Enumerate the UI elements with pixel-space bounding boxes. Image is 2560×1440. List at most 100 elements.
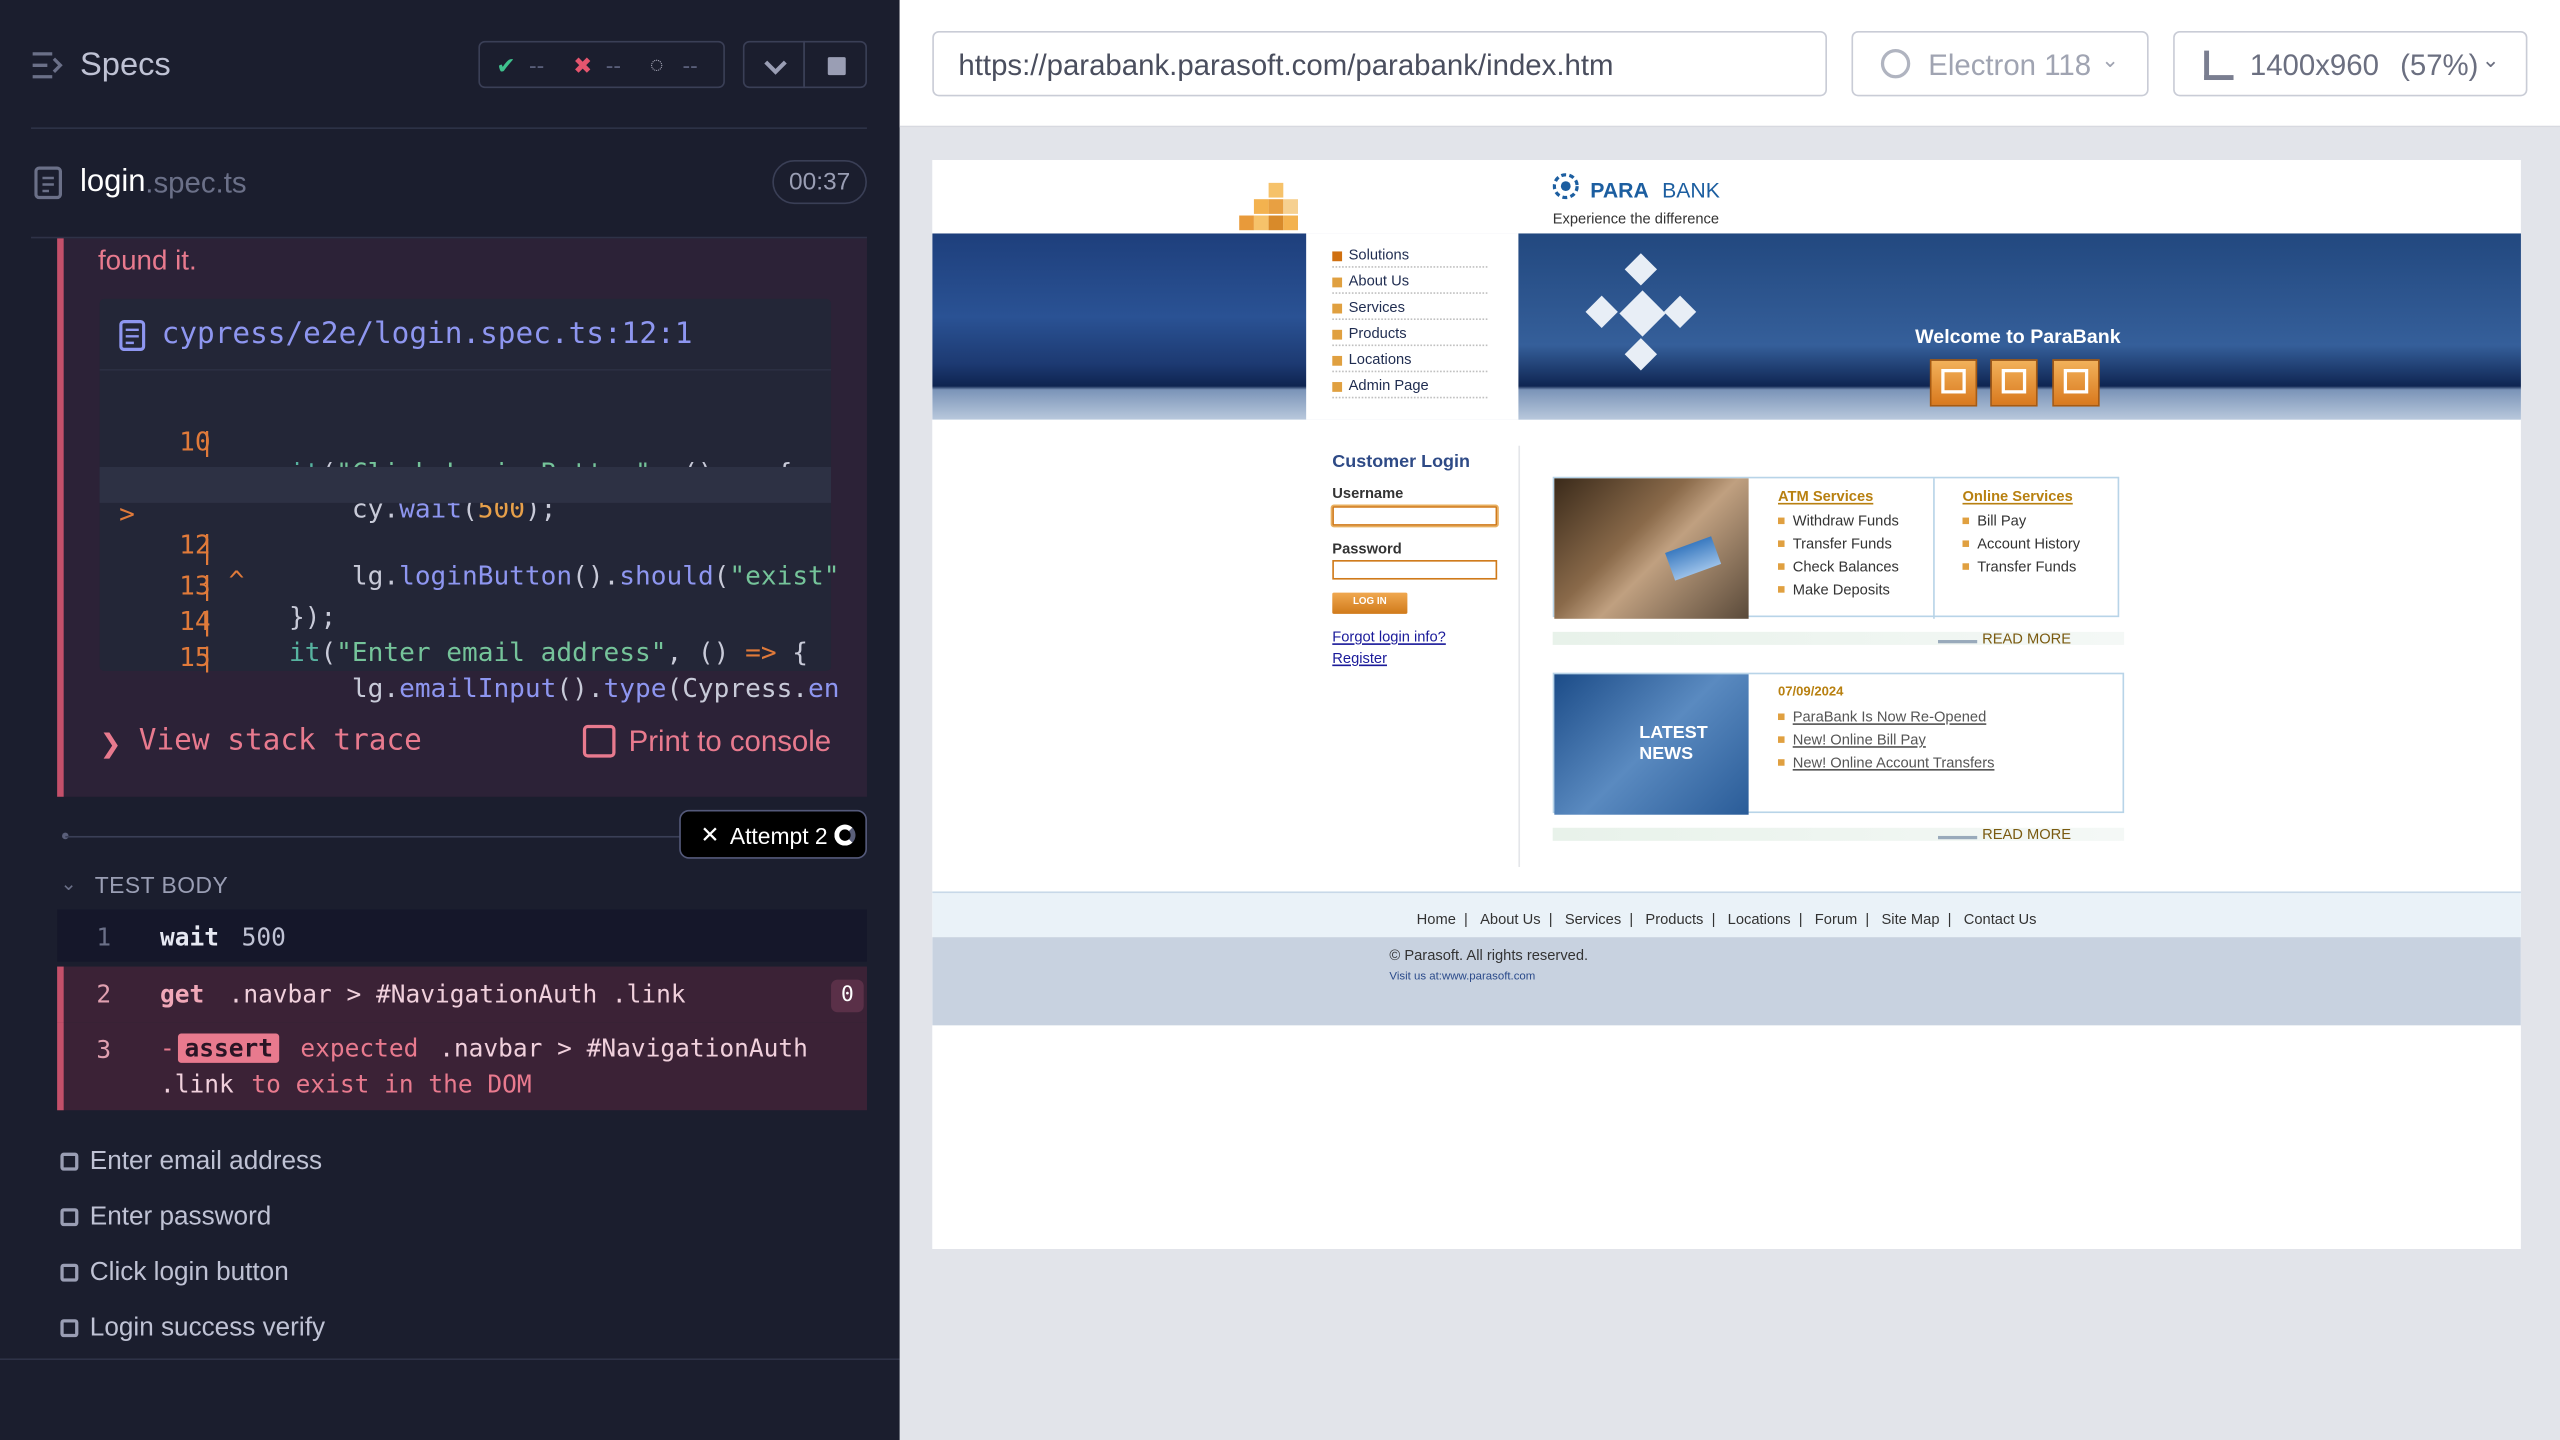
menu-item-services[interactable]: Services	[1332, 297, 1488, 321]
url-bar[interactable]: https://parabank.parasoft.com/parabank/i…	[932, 31, 1827, 97]
divider	[1518, 445, 1521, 867]
failed-x-icon: ✕	[700, 821, 720, 848]
login-button[interactable]: LOG IN	[1332, 592, 1408, 614]
logo-graphic-icon	[1585, 253, 1697, 371]
test-item[interactable]: Enter password	[59, 1198, 867, 1240]
services-box: ATM Services Withdraw Funds Transfer Fun…	[1552, 476, 2120, 619]
forgot-login-link[interactable]: Forgot login info?	[1332, 629, 1446, 645]
password-input[interactable]	[1332, 560, 1498, 580]
atm-services-link[interactable]: ATM Services	[1778, 488, 1873, 504]
command-arg: .navbar > #NavigationAuth .link	[228, 979, 686, 1010]
spec-file-row[interactable]: login .spec.ts 00:37	[0, 150, 900, 215]
command-number: 2	[96, 979, 112, 1010]
footer-link-locations[interactable]: Locations	[1728, 911, 1791, 927]
menu-item-admin-page[interactable]: Admin Page	[1332, 376, 1488, 399]
test-item[interactable]: Enter email address	[59, 1143, 867, 1185]
command-row[interactable]: 1 wait 500	[57, 909, 867, 962]
parabank-site: PARA BANK Experience the difference Welc…	[932, 160, 2521, 1250]
view-stack-trace-button[interactable]: View stack trace	[139, 723, 422, 757]
command-row-failed[interactable]: 2 get .navbar > #NavigationAuth .link 0	[57, 966, 867, 1023]
test-title: Login success verify	[89, 1314, 326, 1343]
attempt-tag[interactable]: ✕ Attempt 2	[679, 809, 867, 859]
read-more-link[interactable]: READ MORE	[1982, 630, 2071, 646]
brand-tagline: Experience the difference	[1552, 210, 1720, 227]
atm-image	[1554, 478, 1749, 619]
latest-news-label: LATEST NEWS	[1639, 723, 1708, 765]
home-icon[interactable]	[1929, 359, 1978, 407]
stop-button[interactable]	[803, 40, 867, 89]
code-frame-path[interactable]: cypress/e2e/login.spec.ts:12:1	[162, 317, 693, 351]
code-line: 11| cy.wait(500);	[100, 431, 831, 524]
assert-dash: -	[160, 1033, 175, 1063]
command-row-assert[interactable]: 3 - assert expected .navbar > #Navigatio…	[57, 1022, 867, 1111]
error-panel: found it. cypress/e2e/login.spec.ts:12:1…	[57, 238, 867, 797]
about-icon[interactable]	[1990, 359, 2038, 407]
document-icon	[34, 166, 63, 200]
pending-test-icon	[60, 1263, 79, 1282]
electron-icon	[1880, 48, 1911, 79]
assert-expected: expected	[300, 1033, 419, 1063]
menu-item-about-us[interactable]: About Us	[1332, 271, 1488, 294]
footer-link-contact-us[interactable]: Contact Us	[1964, 911, 2037, 927]
brand-name-rest[interactable]: BANK	[1662, 178, 1720, 202]
code-frame: cypress/e2e/login.spec.ts:12:1 10| it("C…	[99, 298, 840, 704]
password-label: Password	[1332, 540, 1402, 557]
code-frame-header[interactable]: cypress/e2e/login.spec.ts:12:1	[99, 299, 832, 371]
browser-selector[interactable]: Electron 118 ⌄	[1851, 31, 2149, 97]
menu-item-locations[interactable]: Locations	[1332, 349, 1488, 373]
line-number: 15	[179, 641, 211, 673]
footer-link-products[interactable]: Products	[1645, 911, 1703, 927]
latest-news-image: LATEST NEWS	[1554, 674, 1749, 815]
read-more-icon	[1938, 820, 1978, 840]
divider	[1933, 478, 1935, 619]
assert-selector: .navbar > #NavigationAuth	[439, 1033, 808, 1063]
code-line: 10| it("Click Login Button", () => {	[100, 395, 831, 488]
aut-panel: https://parabank.parasoft.com/parabank/i…	[899, 0, 2560, 1440]
chevron-right-icon: ❯	[99, 731, 122, 760]
command-number: 3	[96, 1035, 112, 1065]
footer-link-about-us[interactable]: About Us	[1480, 911, 1540, 927]
test-item[interactable]: Login success verify	[59, 1309, 867, 1351]
test-title: Enter password	[89, 1203, 272, 1232]
code-line: 15 | lg.emailInput().type(Cypress.en	[100, 611, 839, 704]
expand-collapse-button[interactable]	[742, 40, 805, 89]
pending-test-icon	[60, 1152, 79, 1171]
footer-link-services[interactable]: Services	[1565, 911, 1621, 927]
footer-link-home[interactable]: Home	[1417, 911, 1456, 927]
menu-item-solutions[interactable]: Solutions	[1332, 245, 1488, 268]
pending-test-icon	[60, 1208, 79, 1227]
stop-icon	[827, 57, 846, 76]
chevron-down-icon[interactable]: ⌄	[60, 872, 76, 895]
read-more-link[interactable]: READ MORE	[1982, 826, 2071, 842]
print-to-console-button[interactable]: Print to console	[629, 725, 832, 759]
passed-check-icon: ✔	[496, 52, 516, 79]
test-body-label[interactable]: TEST BODY	[95, 872, 229, 898]
reporter-panel: Specs ✔ -- ✖ -- ◌ -- login .spec.ts 00:3…	[0, 0, 900, 1440]
specs-header: Specs ✔ -- ✖ -- ◌ --	[0, 0, 900, 131]
copyright: © Parasoft. All rights reserved.	[1389, 946, 1589, 964]
footer-link-forum[interactable]: Forum	[1815, 911, 1857, 927]
news-box: LATEST NEWS 07/09/2024 ParaBank Is Now R…	[1552, 672, 2125, 815]
specs-list-icon[interactable]	[31, 51, 64, 80]
spec-file-ext: .spec.ts	[145, 166, 247, 200]
footer-link-site-map[interactable]: Site Map	[1882, 911, 1940, 927]
brand-name[interactable]: PARA	[1590, 178, 1649, 202]
pending-count: --	[682, 52, 698, 79]
online-services-link[interactable]: Online Services	[1963, 488, 2073, 504]
test-item[interactable]: Click login button	[59, 1254, 867, 1296]
pending-spinner-icon: ◌	[649, 50, 664, 77]
menu-item-products[interactable]: Products	[1332, 323, 1488, 347]
logo-squares	[1238, 182, 1307, 232]
viewport-selector[interactable]: 1400x960 (57%) ⌄	[2173, 31, 2528, 97]
contact-icon[interactable]	[2052, 359, 2100, 407]
test-stats: ✔ -- ✖ -- ◌ --	[478, 40, 725, 89]
visit-link[interactable]: Visit us at:www.parasoft.com	[1389, 971, 1535, 982]
divider	[31, 127, 867, 129]
aut-toolbar: https://parabank.parasoft.com/parabank/i…	[899, 0, 2560, 128]
register-link[interactable]: Register	[1332, 650, 1387, 666]
chevron-down-icon: ⌄	[2101, 47, 2120, 72]
spec-duration: 00:37	[772, 160, 867, 205]
username-input[interactable]	[1332, 506, 1498, 526]
failed-count: --	[605, 52, 621, 79]
specs-title[interactable]: Specs	[80, 47, 171, 85]
